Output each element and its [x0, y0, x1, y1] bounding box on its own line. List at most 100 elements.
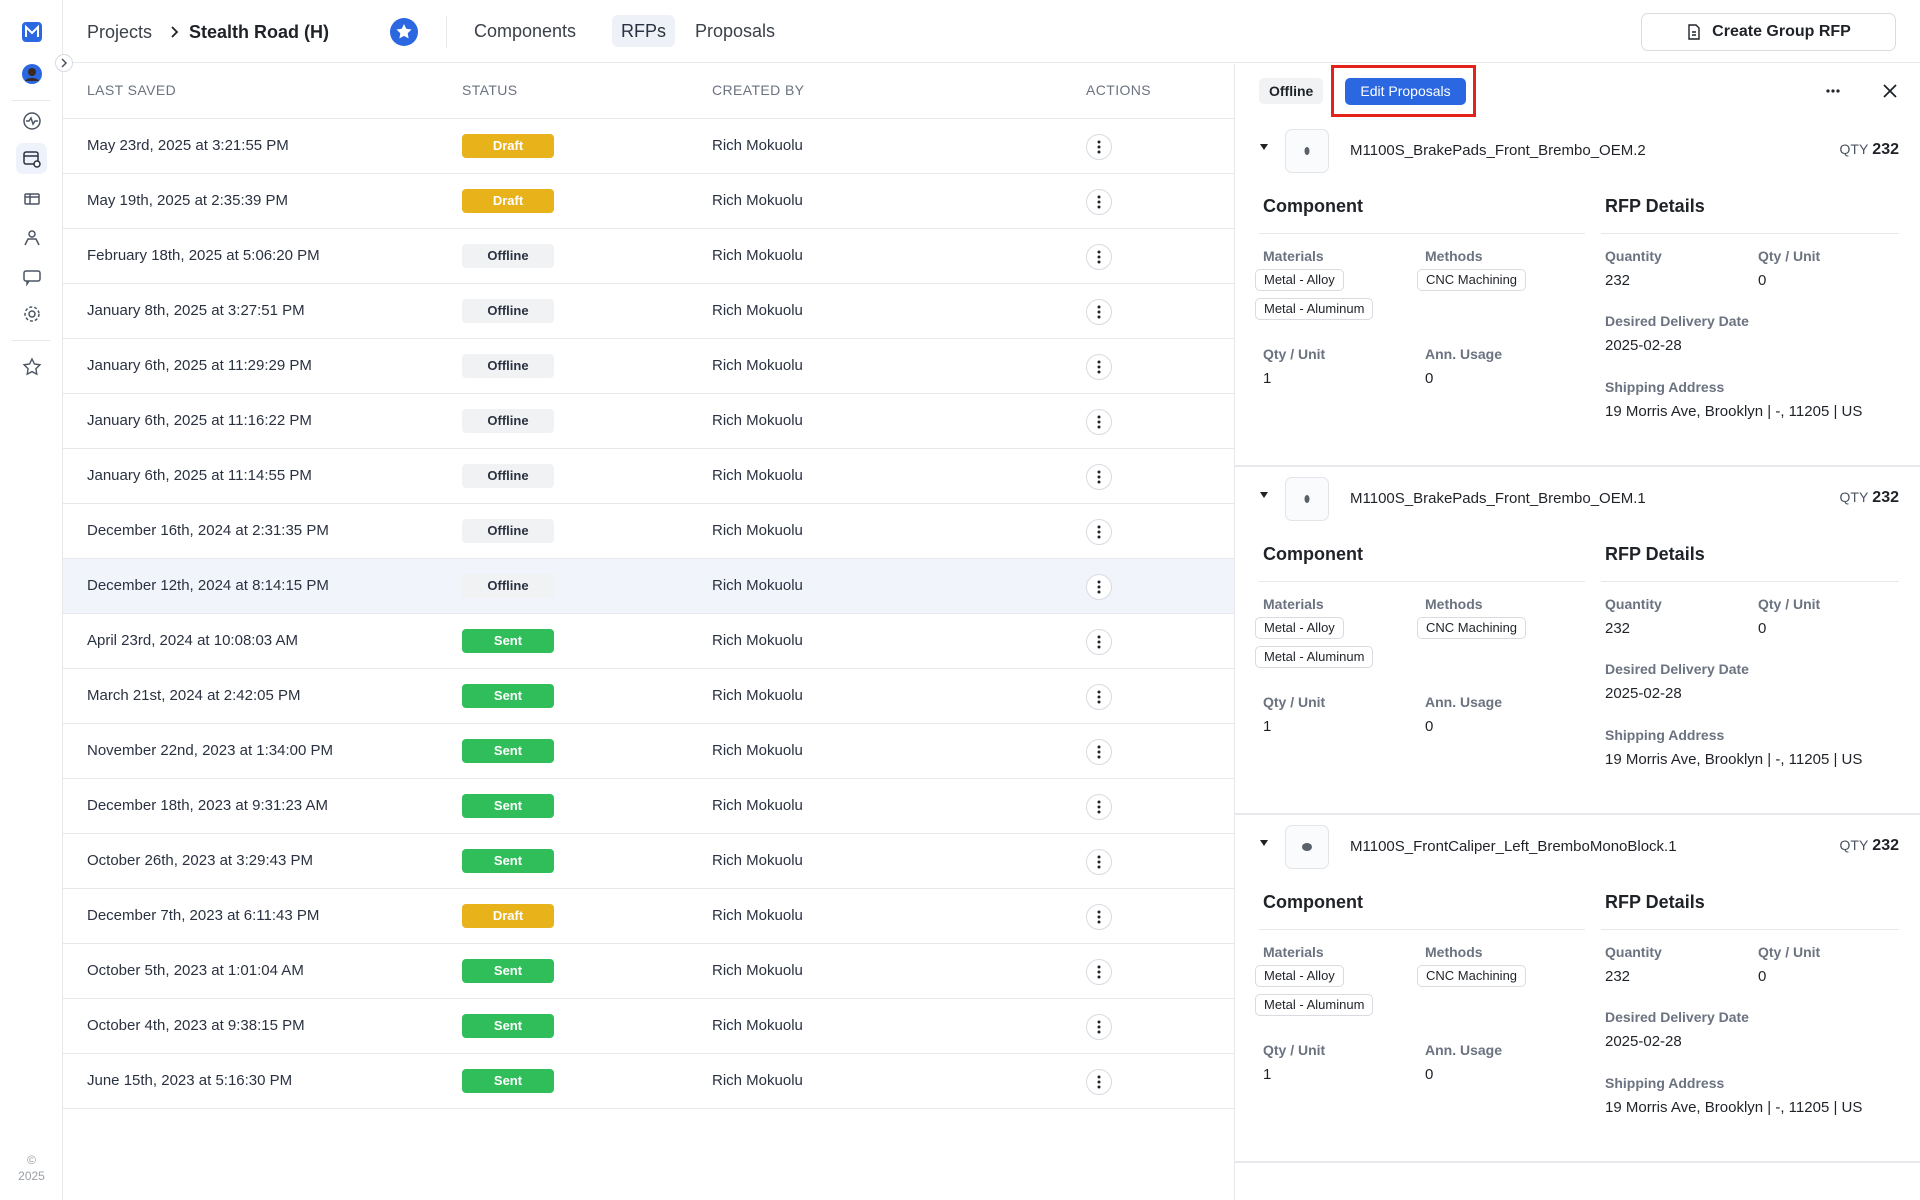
status-badge: Offline — [462, 464, 554, 488]
row-actions-button[interactable] — [1086, 1014, 1112, 1040]
logo-icon[interactable] — [16, 16, 47, 47]
more-horizontal-icon[interactable] — [1823, 81, 1843, 101]
favorite-star-icon[interactable] — [389, 17, 419, 47]
row-actions-button[interactable] — [1086, 849, 1112, 875]
collapse-caret-icon[interactable] — [1258, 489, 1270, 501]
row-actions-button[interactable] — [1086, 629, 1112, 655]
row-actions-button[interactable] — [1086, 519, 1112, 545]
row-actions-button[interactable] — [1086, 244, 1112, 270]
material-tag: Metal - Aluminum — [1255, 646, 1374, 668]
table-row[interactable]: May 23rd, 2025 at 3:21:55 PM Draft Rich Mo… — [63, 119, 1234, 174]
kebab-icon — [1097, 745, 1101, 759]
create-group-rfp-button[interactable]: Create Group RFP — [1641, 13, 1896, 51]
row-actions-button[interactable] — [1086, 1069, 1112, 1095]
kebab-icon — [1097, 635, 1101, 649]
column-last-saved[interactable]: LAST SAVED — [87, 82, 176, 98]
row-actions-button[interactable] — [1086, 299, 1112, 325]
component-name[interactable]: M1100S_BrakePads_Front_Brembo_OEM.1 — [1350, 490, 1646, 507]
table-row[interactable]: April 23rd, 2024 at 10:08:03 AM Sent Rich … — [63, 614, 1234, 669]
table-row[interactable]: June 15th, 2023 at 5:16:30 PM Sent Rich Mo… — [63, 1054, 1234, 1109]
material-tag: Metal - Aluminum — [1255, 994, 1374, 1016]
quantity-value: 232 — [1605, 620, 1631, 637]
panel-toolbar: Offline Edit Proposals — [1235, 64, 1920, 119]
rfp-nav-icon[interactable] — [16, 143, 47, 174]
created-by-cell: Rich Mokuolu — [712, 467, 803, 484]
edit-proposals-button[interactable]: Edit Proposals — [1345, 78, 1466, 105]
collapse-caret-icon[interactable] — [1258, 141, 1270, 153]
table-row[interactable]: May 19th, 2025 at 2:35:39 PM Draft Rich Mo… — [63, 174, 1234, 229]
component-name[interactable]: M1100S_BrakePads_Front_Brembo_OEM.2 — [1350, 142, 1646, 159]
table-row[interactable]: December 7th, 2023 at 6:11:43 PM Draft Ric… — [63, 889, 1234, 944]
table-row[interactable]: October 5th, 2023 at 1:01:04 AM Sent Rich … — [63, 944, 1234, 999]
table-row[interactable]: March 21st, 2024 at 2:42:05 PM Sent Rich M… — [63, 669, 1234, 724]
kebab-icon — [1097, 140, 1101, 154]
status-badge: Draft — [462, 189, 554, 213]
component-name[interactable]: M1100S_FrontCaliper_Left_BremboMonoBlock… — [1350, 838, 1677, 855]
tab-proposals[interactable]: Proposals — [686, 15, 784, 47]
part-icon — [1302, 843, 1312, 851]
table-row[interactable]: October 26th, 2023 at 3:29:43 PM Sent Rich… — [63, 834, 1234, 889]
quantity-value: 232 — [1605, 272, 1631, 289]
component-qty: QTY 232 — [1839, 489, 1899, 506]
people-icon[interactable] — [16, 222, 47, 253]
status-badge: Sent — [462, 629, 554, 653]
activity-icon[interactable] — [16, 105, 47, 136]
row-actions-button[interactable] — [1086, 684, 1112, 710]
copyright-year: 2025 — [18, 1169, 45, 1183]
gear-icon[interactable] — [16, 298, 47, 329]
last-saved-cell: January 6th, 2025 at 11:14:55 PM — [87, 467, 312, 484]
status-badge: Offline — [462, 574, 554, 598]
kebab-icon — [1097, 965, 1101, 979]
avatar[interactable] — [16, 58, 47, 89]
qty-unit-value: 1 — [1263, 370, 1272, 387]
created-by-cell: Rich Mokuolu — [712, 907, 803, 924]
last-saved-cell: January 6th, 2025 at 11:29:29 PM — [87, 357, 312, 374]
last-saved-cell: May 19th, 2025 at 2:35:39 PM — [87, 192, 288, 209]
table-row[interactable]: January 6th, 2025 at 11:29:29 PM Offline R… — [63, 339, 1234, 394]
collapse-caret-icon[interactable] — [1258, 837, 1270, 849]
tab-components[interactable]: Components — [465, 15, 585, 47]
rfp-details-heading: RFP Details — [1605, 196, 1705, 216]
row-actions-button[interactable] — [1086, 464, 1112, 490]
row-actions-button[interactable] — [1086, 134, 1112, 160]
breadcrumb-project-name[interactable]: Stealth Road (H) — [189, 20, 329, 44]
rfp-qty-unit-value: 0 — [1758, 620, 1767, 637]
column-status[interactable]: STATUS — [462, 82, 518, 98]
created-by-cell: Rich Mokuolu — [712, 302, 803, 319]
table-row[interactable]: December 18th, 2023 at 9:31:23 AM Sent Ric… — [63, 779, 1234, 834]
star-nav-icon[interactable] — [16, 351, 47, 382]
row-actions-button[interactable] — [1086, 959, 1112, 985]
last-saved-cell: May 23rd, 2025 at 3:21:55 PM — [87, 137, 289, 154]
rfp-details-heading: RFP Details — [1605, 544, 1705, 564]
table-row[interactable]: December 16th, 2024 at 2:31:35 PM Offline… — [63, 504, 1234, 559]
row-actions-button[interactable] — [1086, 739, 1112, 765]
last-saved-cell: December 7th, 2023 at 6:11:43 PM — [87, 907, 320, 924]
kebab-icon — [1097, 525, 1101, 539]
box-icon[interactable] — [16, 183, 47, 214]
rfp-table: LAST SAVED STATUS CREATED BY ACTIONS May… — [63, 64, 1234, 1200]
column-created-by[interactable]: CREATED BY — [712, 82, 804, 98]
table-row[interactable]: January 6th, 2025 at 11:14:55 PM Offline R… — [63, 449, 1234, 504]
created-by-cell: Rich Mokuolu — [712, 797, 803, 814]
chat-icon[interactable] — [16, 261, 47, 292]
materials-label: Materials — [1263, 596, 1324, 612]
expand-rail-button[interactable] — [55, 54, 73, 72]
row-actions-button[interactable] — [1086, 574, 1112, 600]
table-row[interactable]: October 4th, 2023 at 9:38:15 PM Sent Rich … — [63, 999, 1234, 1054]
table-row[interactable]: November 22nd, 2023 at 1:34:00 PM Sent Ric… — [63, 724, 1234, 779]
component-heading: Component — [1263, 196, 1363, 216]
table-row[interactable]: February 18th, 2025 at 5:06:20 PM Offline… — [63, 229, 1234, 284]
tab-rfps[interactable]: RFPs — [612, 15, 675, 47]
row-actions-button[interactable] — [1086, 354, 1112, 380]
materials-label: Materials — [1263, 248, 1324, 264]
table-row[interactable]: December 12th, 2024 at 8:14:15 PM Offline… — [63, 559, 1234, 614]
row-actions-button[interactable] — [1086, 409, 1112, 435]
breadcrumb-projects[interactable]: Projects — [87, 20, 152, 44]
table-row[interactable]: January 6th, 2025 at 11:16:22 PM Offline R… — [63, 394, 1234, 449]
row-actions-button[interactable] — [1086, 189, 1112, 215]
status-badge: Sent — [462, 1069, 554, 1093]
close-icon[interactable] — [1880, 81, 1900, 101]
table-row[interactable]: January 8th, 2025 at 3:27:51 PM Offline Ri… — [63, 284, 1234, 339]
row-actions-button[interactable] — [1086, 904, 1112, 930]
row-actions-button[interactable] — [1086, 794, 1112, 820]
